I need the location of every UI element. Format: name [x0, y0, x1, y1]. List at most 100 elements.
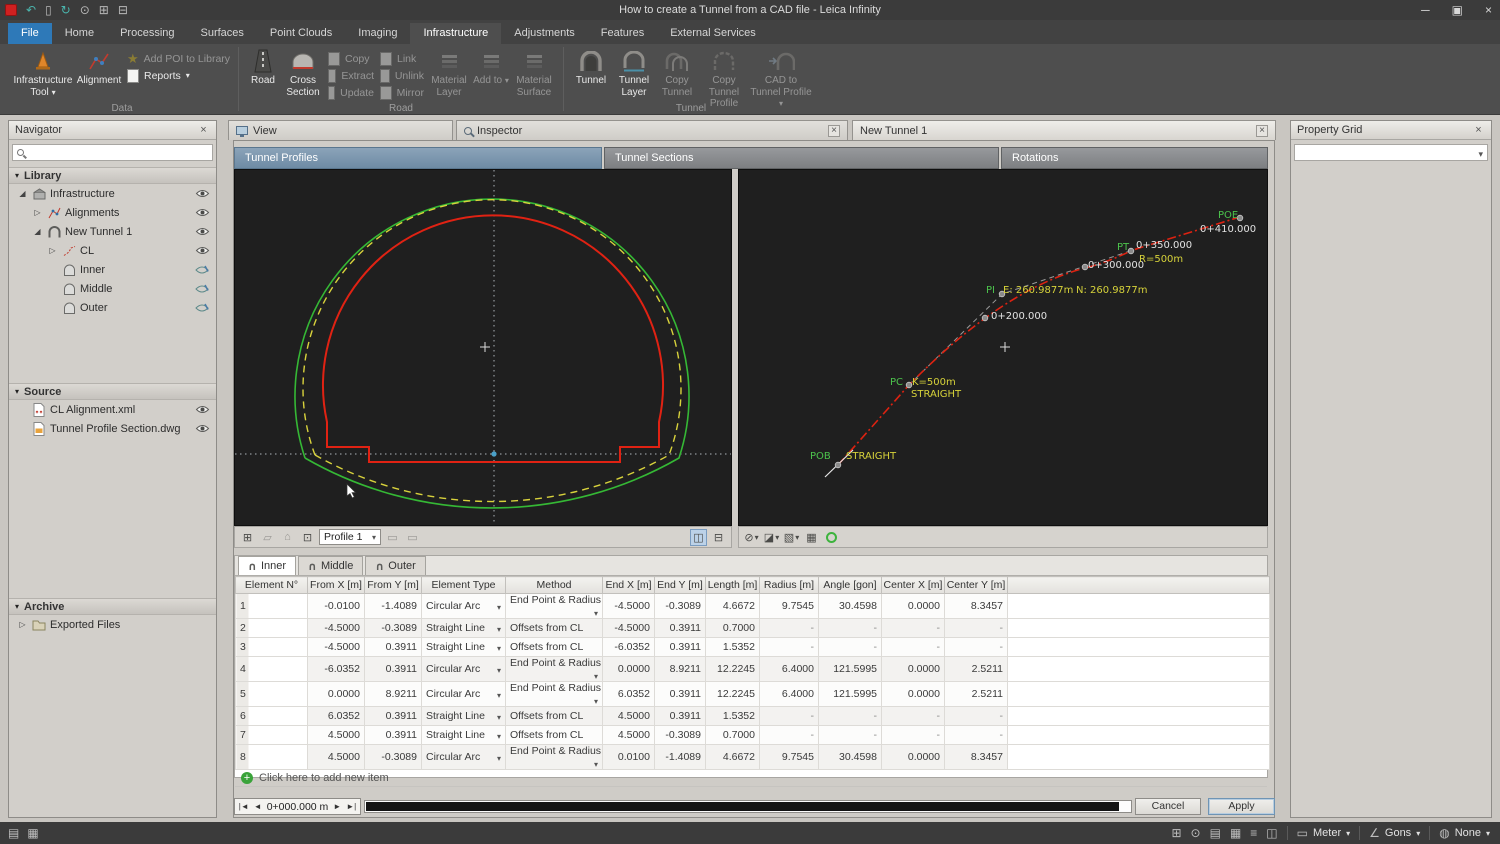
table-cell-angle-gon[interactable]: 121.5995: [819, 657, 882, 682]
apply-button[interactable]: Apply: [1208, 798, 1275, 815]
table-cell-radius-m[interactable]: -: [760, 726, 819, 745]
property-target-select[interactable]: ▾: [1294, 144, 1488, 161]
table-cell-element-n[interactable]: 2: [236, 619, 308, 638]
table-cell-length-m[interactable]: 0.7000: [706, 726, 760, 745]
table-cell-radius-m[interactable]: 9.7545: [760, 594, 819, 619]
dock-tab-view[interactable]: View: [228, 120, 453, 140]
close-button[interactable]: ×: [1485, 3, 1492, 17]
table-cell-center-x-m[interactable]: -: [882, 707, 945, 726]
report-icon[interactable]: ▤: [1210, 827, 1221, 839]
table-cell-center-y-m[interactable]: 2.5211: [945, 682, 1008, 707]
ribbon-tab-processing[interactable]: Processing: [107, 23, 187, 44]
close-icon[interactable]: ×: [1472, 124, 1485, 136]
table-cell-from-y-m[interactable]: 0.3911: [365, 707, 422, 726]
table-cell-angle-gon[interactable]: -: [819, 638, 882, 657]
table-cell-radius-m[interactable]: -: [760, 707, 819, 726]
table-cell-length-m[interactable]: 0.7000: [706, 619, 760, 638]
table-cell-end-y-m[interactable]: 0.3911: [655, 707, 706, 726]
table-cell-end-y-m[interactable]: -1.4089: [655, 745, 706, 770]
profile-pin-icon[interactable]: [193, 265, 211, 275]
tab-inner[interactable]: ∩Inner: [238, 556, 296, 575]
zoom-selection-button[interactable]: ▱: [259, 529, 276, 546]
alignment-button[interactable]: Alignment: [74, 46, 124, 87]
table-cell-radius-m[interactable]: 9.7545: [760, 745, 819, 770]
library-item-cl[interactable]: ▷CL: [9, 241, 216, 260]
tunnel-layer-button[interactable]: Tunnel Layer: [612, 46, 656, 98]
table-cell-element-n[interactable]: 7: [236, 726, 308, 745]
table-cell-from-y-m[interactable]: 0.3911: [365, 657, 422, 682]
table-cell-center-x-m[interactable]: 0.0000: [882, 682, 945, 707]
ribbon-tab-point-clouds[interactable]: Point Clouds: [257, 23, 345, 44]
table-cell-method[interactable]: Offsets from CL: [506, 726, 603, 745]
visibility-eye-icon[interactable]: [193, 246, 211, 255]
section-header-source[interactable]: ▾ Source: [9, 383, 216, 400]
table-cell-from-x-m[interactable]: -0.0100: [308, 594, 365, 619]
table-cell-end-x-m[interactable]: 0.0100: [603, 745, 655, 770]
table-cell-end-x-m[interactable]: 4.5000: [603, 726, 655, 745]
table-cell-center-y-m[interactable]: -: [945, 619, 1008, 638]
tree-expander-icon[interactable]: ▷: [17, 620, 28, 629]
visibility-eye-icon[interactable]: [193, 208, 211, 217]
refresh-icon[interactable]: ↻: [61, 4, 71, 16]
cancel-button[interactable]: Cancel: [1135, 798, 1201, 815]
table-cell-element-type[interactable]: Circular Arc▾: [422, 657, 506, 682]
profile-pin-icon[interactable]: [193, 303, 211, 313]
close-icon[interactable]: ×: [828, 125, 840, 137]
table-cell-center-y-m[interactable]: 8.3457: [945, 745, 1008, 770]
table-cell-center-y-m[interactable]: 2.5211: [945, 657, 1008, 682]
dock-tab-inspector[interactable]: Inspector ×: [456, 120, 848, 140]
profile-pin-icon[interactable]: [193, 284, 211, 294]
search-input[interactable]: [28, 147, 208, 159]
table-cell-length-m[interactable]: 1.5352: [706, 707, 760, 726]
visibility-eye-icon[interactable]: [193, 189, 211, 198]
table-cell-radius-m[interactable]: 6.4000: [760, 682, 819, 707]
table-cell-center-x-m[interactable]: 0.0000: [882, 745, 945, 770]
library-item-inner[interactable]: Inner: [9, 260, 216, 279]
table-cell-element-n[interactable]: 6: [236, 707, 308, 726]
road-button[interactable]: Road: [245, 46, 281, 87]
source-item-tunnel-profile-section-dwg[interactable]: Tunnel Profile Section.dwg: [9, 419, 216, 438]
ribbon-tab-infrastructure[interactable]: Infrastructure: [410, 23, 501, 44]
view-3d-button[interactable]: ▧▾: [783, 529, 800, 546]
undo-icon[interactable]: ↶: [26, 4, 36, 16]
table-cell-element-n[interactable]: 1: [236, 594, 308, 619]
table-cell-from-x-m[interactable]: 4.5000: [308, 726, 365, 745]
table-cell-end-y-m[interactable]: -0.3089: [655, 594, 706, 619]
source-item-cl-alignment-xml[interactable]: CL Alignment.xml: [9, 400, 216, 419]
table-cell-from-x-m[interactable]: 0.0000: [308, 682, 365, 707]
table-cell-from-y-m[interactable]: 0.3911: [365, 726, 422, 745]
angle-unit-select[interactable]: ∠Gons▾: [1369, 827, 1420, 839]
table-cell-end-x-m[interactable]: 0.0000: [603, 657, 655, 682]
export-icon[interactable]: ⊟: [118, 4, 128, 16]
table-cell-angle-gon[interactable]: 30.4598: [819, 594, 882, 619]
tab-outer[interactable]: ∩Outer: [365, 556, 425, 575]
visibility-eye-icon[interactable]: [193, 424, 211, 433]
table-cell-element-n[interactable]: 5: [236, 682, 308, 707]
image-icon[interactable]: ▦: [27, 827, 38, 839]
table-cell-from-y-m[interactable]: -1.4089: [365, 594, 422, 619]
visibility-eye-icon[interactable]: [193, 405, 211, 414]
library-item-outer[interactable]: Outer: [9, 298, 216, 317]
dock-tab-new-tunnel-1[interactable]: New Tunnel 1 ×: [852, 120, 1276, 140]
table-cell-center-x-m[interactable]: 0.0000: [882, 594, 945, 619]
style-button[interactable]: ◪▾: [763, 529, 780, 546]
table-cell-center-y-m[interactable]: -: [945, 726, 1008, 745]
table-cell-end-y-m[interactable]: 8.9211: [655, 657, 706, 682]
tab-tunnel-profiles[interactable]: Tunnel Profiles: [234, 147, 602, 169]
ribbon-tab-features[interactable]: Features: [588, 23, 657, 44]
table-cell-from-y-m[interactable]: -0.3089: [365, 745, 422, 770]
table-cell-angle-gon[interactable]: -: [819, 619, 882, 638]
library-item-infrastructure[interactable]: ◢Infrastructure: [9, 184, 216, 203]
infrastructure-tool-button[interactable]: Infrastructure Tool ▾: [12, 46, 74, 98]
table-cell-method[interactable]: Offsets from CL: [506, 638, 603, 657]
search-icon[interactable]: ⊙: [1191, 827, 1201, 839]
background-button[interactable]: ▦: [803, 529, 820, 546]
delete-icon[interactable]: ▯: [45, 4, 52, 16]
table-cell-method[interactable]: Offsets from CL: [506, 707, 603, 726]
crs-select[interactable]: ◍None▾: [1439, 827, 1490, 839]
table-cell-element-type[interactable]: Straight Line▾: [422, 726, 506, 745]
split-horizontal-button[interactable]: ⊟: [710, 529, 727, 546]
tree-expander-icon[interactable]: ◢: [32, 227, 43, 236]
table-cell-end-y-m[interactable]: -0.3089: [655, 726, 706, 745]
table-cell-angle-gon[interactable]: -: [819, 707, 882, 726]
